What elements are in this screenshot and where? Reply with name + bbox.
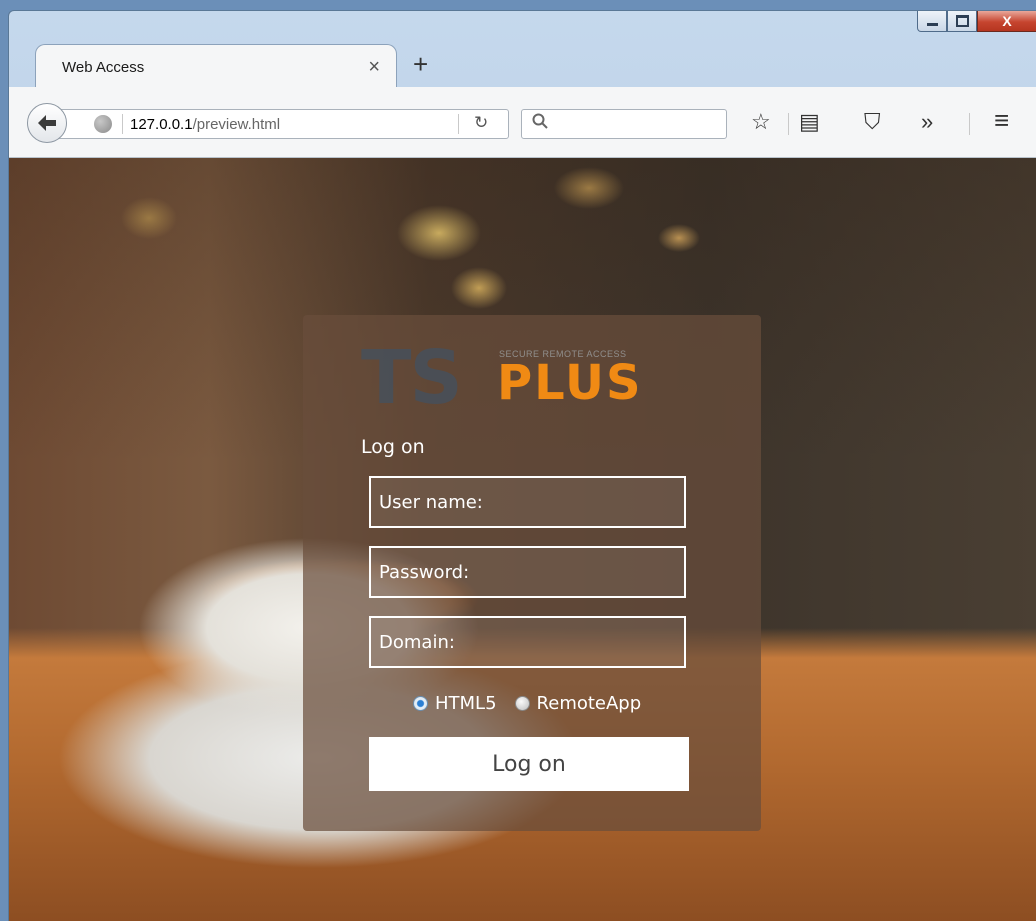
close-window-button[interactable]: X [977, 11, 1036, 32]
toolbar-separator [969, 113, 970, 135]
log-on-button[interactable]: Log on [369, 737, 689, 791]
login-panel: TS SECURE REMOTE ACCESS PLUS Log on HTML… [303, 315, 761, 831]
new-tab-button[interactable]: + [413, 49, 428, 80]
logo-plus: PLUS [497, 355, 643, 411]
username-input[interactable] [369, 476, 686, 528]
logo-ts: TS [361, 335, 463, 421]
url-separator [122, 114, 123, 134]
domain-input[interactable] [369, 616, 686, 668]
tsplus-logo: TS SECURE REMOTE ACCESS PLUS [361, 335, 701, 421]
password-input[interactable] [369, 546, 686, 598]
url-path: /preview.html [192, 116, 281, 133]
tab-web-access[interactable]: Web Access × [35, 44, 397, 88]
url-host: 127.0.0.1 [130, 116, 193, 133]
navigation-toolbar: 127.0.0.1/preview.html ↻ ☆ ▤ ⛉ » ≡ [9, 87, 1036, 158]
globe-icon [94, 115, 112, 133]
page-background: TS SECURE REMOTE ACCESS PLUS Log on HTML… [9, 158, 1036, 921]
tab-close-icon[interactable]: × [368, 56, 380, 79]
reload-separator [458, 114, 459, 134]
browser-window: X Web Access × + 127.0.0.1/preview.html … [8, 10, 1036, 921]
search-bar[interactable] [521, 109, 727, 139]
connection-mode-group: HTML5 RemoteApp [413, 693, 659, 714]
html5-label[interactable]: HTML5 [435, 693, 497, 714]
toolbar-separator [788, 113, 789, 135]
hamburger-menu-icon[interactable]: ≡ [994, 105, 1009, 136]
maximize-button[interactable] [947, 11, 977, 32]
remoteapp-label[interactable]: RemoteApp [537, 693, 642, 714]
bookmark-star-icon[interactable]: ☆ [751, 109, 771, 135]
pocket-icon[interactable]: ⛉ [864, 109, 881, 135]
minimize-button[interactable] [917, 11, 947, 32]
search-icon [532, 113, 548, 134]
login-heading: Log on [361, 436, 425, 458]
url-text[interactable]: 127.0.0.1/preview.html [130, 116, 280, 133]
back-button[interactable] [27, 103, 67, 143]
reload-icon[interactable]: ↻ [474, 113, 488, 133]
close-icon: X [1002, 13, 1012, 29]
minimize-icon [926, 22, 938, 26]
remoteapp-radio[interactable] [514, 696, 530, 711]
maximize-icon [955, 15, 969, 27]
tab-title: Web Access [62, 59, 145, 76]
back-arrow-icon [38, 115, 56, 131]
html5-radio[interactable] [413, 696, 428, 711]
window-controls: X [917, 11, 1036, 33]
reading-list-icon[interactable]: ▤ [799, 109, 820, 135]
overflow-icon[interactable]: » [921, 109, 933, 135]
url-bar[interactable]: 127.0.0.1/preview.html ↻ [49, 109, 509, 139]
